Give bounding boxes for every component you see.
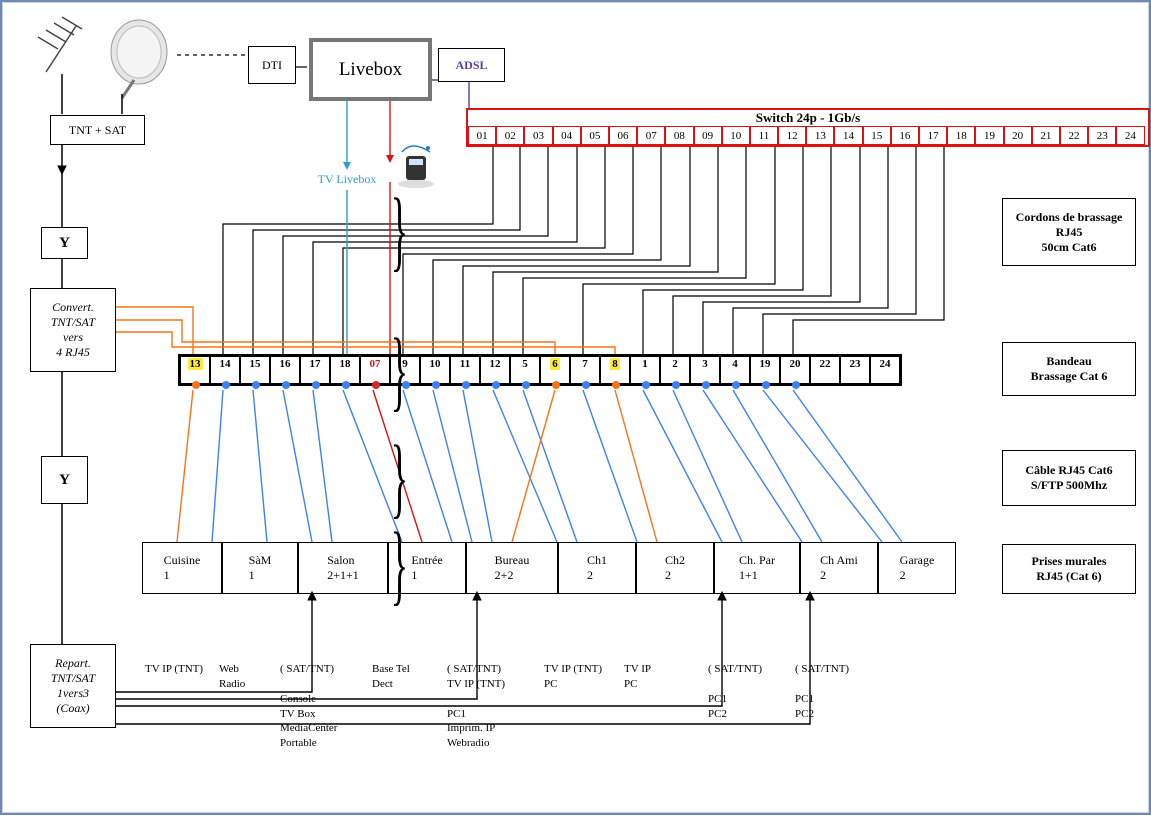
- room-ch. par: Ch. Par 1+1: [714, 542, 800, 594]
- tnt-sat-box: TNT + SAT: [50, 115, 145, 145]
- panel-port-18: 18: [330, 356, 360, 384]
- switch-port-22: 22: [1060, 126, 1088, 145]
- switch-port-06: 06: [609, 126, 637, 145]
- room-devices: ( SAT/TNT) Console TV Box MediaCenter Po…: [280, 662, 337, 751]
- panel-port-11: 11: [450, 356, 480, 384]
- switch-port-24: 24: [1116, 126, 1144, 145]
- switch-24p: Switch 24p - 1Gb/s 010203040506070809101…: [466, 108, 1150, 147]
- panel-port-23: 23: [840, 356, 870, 384]
- switch-port-01: 01: [468, 126, 496, 145]
- switch-port-08: 08: [665, 126, 693, 145]
- switch-port-11: 11: [750, 126, 778, 145]
- panel-port-15: 15: [240, 356, 270, 384]
- switch-port-12: 12: [778, 126, 806, 145]
- room-cuisine: Cuisine 1: [142, 542, 222, 594]
- switch-port-21: 21: [1032, 126, 1060, 145]
- room-entrée: Entrée 1: [388, 542, 466, 594]
- y-splitter-1: Y: [41, 227, 88, 259]
- room-sàm: SàM 1: [222, 542, 298, 594]
- panel-port-24: 24: [870, 356, 900, 384]
- panel-port-4: 4: [720, 356, 750, 384]
- switch-port-14: 14: [834, 126, 862, 145]
- patch-panel: 131415161718079101112567812341920222324: [178, 354, 902, 386]
- panel-port-8: 8: [600, 356, 630, 384]
- panel-port-9: 9: [390, 356, 420, 384]
- dti-label: DTI: [262, 58, 282, 73]
- room-ch1: Ch1 2: [558, 542, 636, 594]
- room-ch ami: Ch Ami 2: [800, 542, 878, 594]
- switch-port-04: 04: [553, 126, 581, 145]
- room-bureau: Bureau 2+2: [466, 542, 558, 594]
- livebox-box: Livebox: [309, 38, 432, 101]
- room-ch2: Ch2 2: [636, 542, 714, 594]
- switch-port-02: 02: [496, 126, 524, 145]
- panel-port-20: 20: [780, 356, 810, 384]
- panel-port-7: 7: [570, 356, 600, 384]
- switch-port-07: 07: [637, 126, 665, 145]
- switch-port-17: 17: [919, 126, 947, 145]
- switch-port-16: 16: [891, 126, 919, 145]
- switch-port-13: 13: [806, 126, 834, 145]
- tnt-sat-label: TNT + SAT: [69, 123, 126, 138]
- legend-cable: Câble RJ45 Cat6 S/FTP 500Mhz: [1002, 450, 1136, 506]
- panel-port-07: 07: [360, 356, 390, 384]
- y-splitter-2: Y: [41, 456, 88, 504]
- legend-cordons: Cordons de brassage RJ45 50cm Cat6: [1002, 198, 1136, 266]
- dti-box: DTI: [248, 46, 296, 84]
- room-salon: Salon 2+1+1: [298, 542, 388, 594]
- panel-port-5: 5: [510, 356, 540, 384]
- room-devices: TV IP (TNT): [145, 662, 203, 677]
- diagram-frame: } } } } TNT + SAT DTI Livebox ADSL TV Li…: [0, 0, 1151, 815]
- panel-port-12: 12: [480, 356, 510, 384]
- panel-port-2: 2: [660, 356, 690, 384]
- switch-port-19: 19: [975, 126, 1003, 145]
- switch-port-23: 23: [1088, 126, 1116, 145]
- switch-port-10: 10: [722, 126, 750, 145]
- panel-port-14: 14: [210, 356, 240, 384]
- room-devices: ( SAT/TNT) PC1 PC2: [795, 662, 849, 721]
- tv-livebox-label: TV Livebox: [307, 169, 387, 189]
- panel-port-6: 6: [540, 356, 570, 384]
- svg-text:}: }: [391, 427, 408, 527]
- switch-port-09: 09: [694, 126, 722, 145]
- livebox-label: Livebox: [339, 58, 402, 82]
- tntsat-rj45-converter: Convert. TNT/SAT vers 4 RJ45: [30, 288, 116, 372]
- panel-port-19: 19: [750, 356, 780, 384]
- coax-splitter: Repart. TNT/SAT 1vers3 (Coax): [30, 644, 116, 728]
- legend-prises: Prises murales RJ45 (Cat 6): [1002, 544, 1136, 594]
- legend-bandeau: Bandeau Brassage Cat 6: [1002, 342, 1136, 396]
- room-devices: TV IP (TNT) PC: [544, 662, 602, 692]
- switch-port-03: 03: [524, 126, 552, 145]
- switch-port-15: 15: [863, 126, 891, 145]
- panel-port-3: 3: [690, 356, 720, 384]
- room-garage: Garage 2: [878, 542, 956, 594]
- room-devices: TV IP PC: [624, 662, 651, 692]
- room-devices: Web Radio: [219, 662, 245, 692]
- adsl-box: ADSL: [438, 48, 505, 82]
- adsl-label: ADSL: [455, 58, 487, 73]
- switch-port-20: 20: [1004, 126, 1032, 145]
- panel-port-1: 1: [630, 356, 660, 384]
- panel-port-16: 16: [270, 356, 300, 384]
- room-devices: ( SAT/TNT) TV IP (TNT) PC1 Imprim. IP We…: [447, 662, 505, 751]
- panel-port-13: 13: [180, 356, 210, 384]
- rooms-row: Cuisine 1SàM 1Salon 2+1+1Entrée 1Bureau …: [142, 542, 956, 594]
- panel-port-22: 22: [810, 356, 840, 384]
- room-devices: Base Tel Dect: [372, 662, 410, 692]
- panel-port-17: 17: [300, 356, 330, 384]
- svg-text:}: }: [391, 180, 408, 280]
- switch-title: Switch 24p - 1Gb/s: [468, 110, 1148, 126]
- switch-port-05: 05: [581, 126, 609, 145]
- switch-port-18: 18: [947, 126, 975, 145]
- panel-port-10: 10: [420, 356, 450, 384]
- room-devices: ( SAT/TNT) PC1 PC2: [708, 662, 762, 721]
